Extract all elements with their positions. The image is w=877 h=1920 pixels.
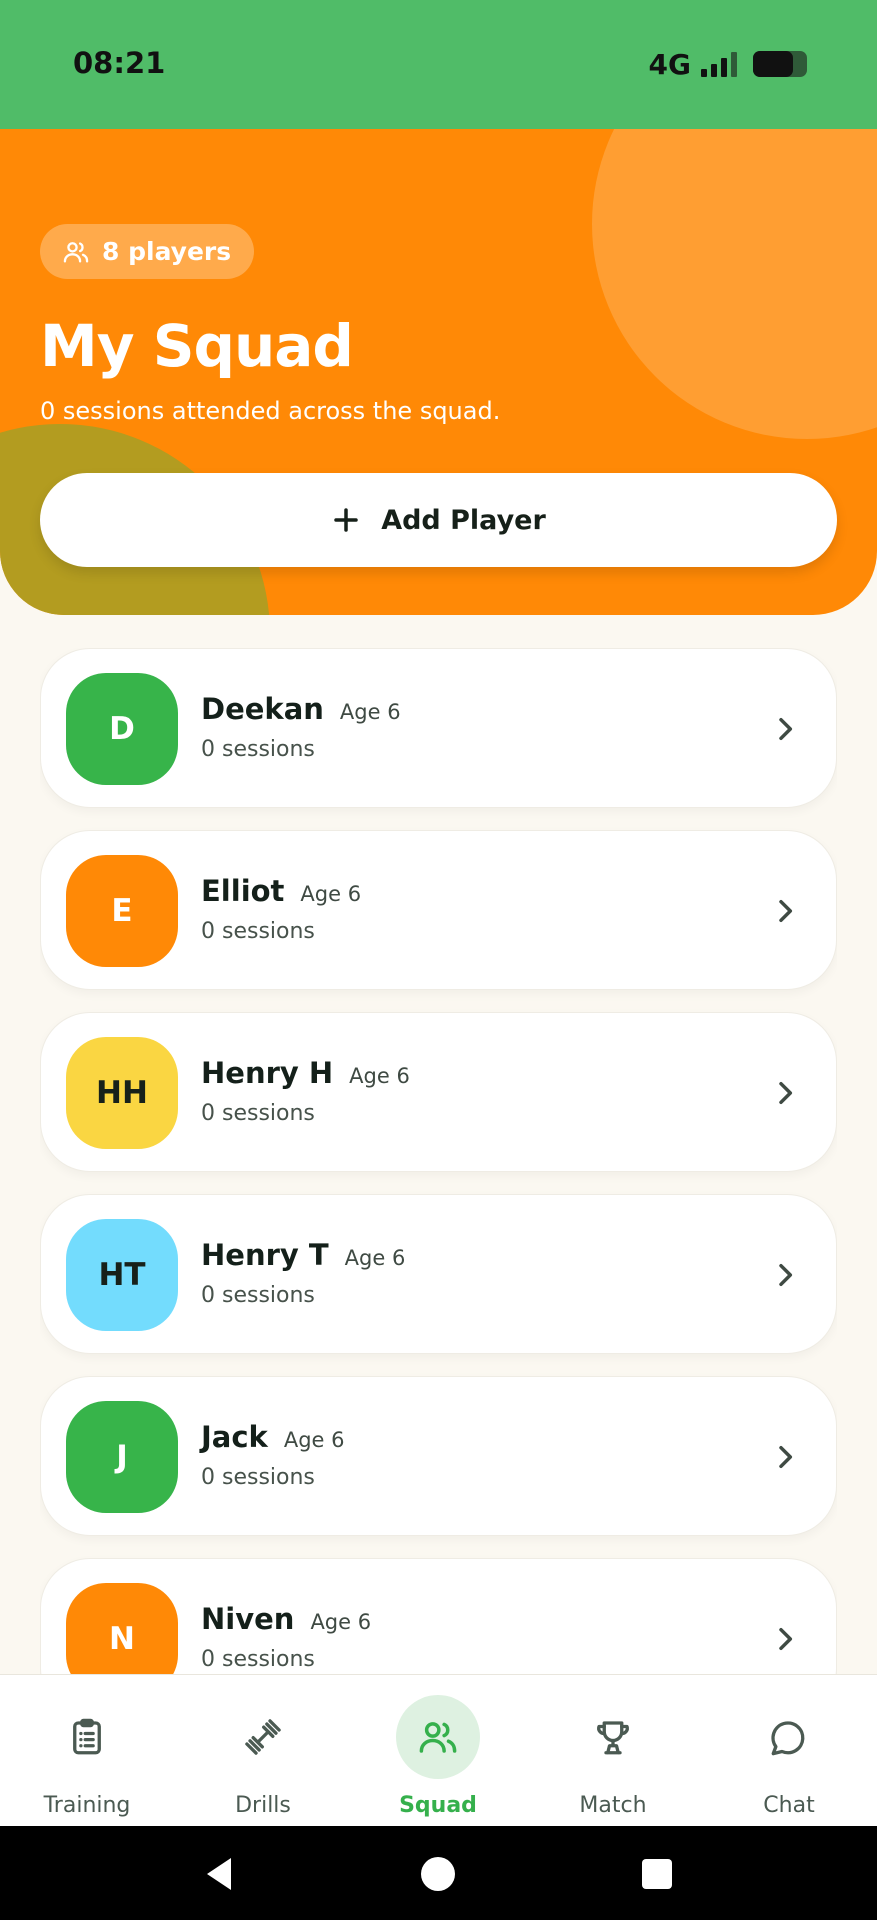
player-card[interactable]: HH Henry H Age 6 0 sessions [40, 1012, 837, 1172]
chevron-right-icon [779, 1263, 793, 1287]
players-count-badge: 8 players [40, 224, 255, 279]
page-subtitle: 0 sessions attended across the squad. [40, 397, 501, 425]
nav-label: Match [579, 1793, 647, 1818]
chevron-right-icon [779, 717, 793, 741]
player-name-row: Henry H Age 6 [201, 1056, 410, 1090]
nav-item-training[interactable]: Training [7, 1695, 167, 1818]
page-title: My Squad [40, 312, 354, 380]
player-age: Age 6 [283, 1428, 345, 1452]
player-age: Age 6 [339, 700, 401, 724]
status-time: 08:21 [73, 46, 166, 80]
dumbbell-icon [245, 1719, 281, 1755]
player-sessions: 0 sessions [201, 737, 315, 762]
player-list[interactable]: D Deekan Age 6 0 sessions E Elliot Age 6… [40, 648, 837, 1674]
player-name-row: Elliot Age 6 [201, 874, 361, 908]
player-sessions: 0 sessions [201, 1283, 315, 1308]
decor-circle-top-right [592, 129, 877, 439]
player-sessions: 0 sessions [201, 1647, 315, 1672]
add-player-label: Add Player [381, 504, 546, 536]
player-name: Henry T [201, 1238, 329, 1272]
player-card[interactable]: E Elliot Age 6 0 sessions [40, 830, 837, 990]
back-icon[interactable] [199, 1854, 239, 1894]
player-sessions: 0 sessions [201, 919, 315, 944]
battery-icon [753, 51, 807, 77]
squad-header: 8 players My Squad 0 sessions attended a… [0, 129, 877, 615]
nav-item-match[interactable]: Match [533, 1695, 693, 1818]
player-name-row: Deekan Age 6 [201, 692, 401, 726]
chat-bubble-icon [771, 1721, 805, 1756]
player-card[interactable]: D Deekan Age 6 0 sessions [40, 648, 837, 808]
chevron-right-icon [779, 1081, 793, 1105]
player-name: Henry H [201, 1056, 334, 1090]
nav-label: Drills [235, 1793, 291, 1818]
player-name: Niven [201, 1602, 295, 1636]
player-sessions: 0 sessions [201, 1101, 315, 1126]
player-card[interactable]: HT Henry T Age 6 0 sessions [40, 1194, 837, 1354]
player-avatar: HT [66, 1219, 178, 1331]
squad-screen: 08:21 4G 8 players My Squad 0 sessions a… [0, 0, 877, 1920]
player-name-row: Henry T Age 6 [201, 1238, 405, 1272]
status-indicators: 4G [649, 46, 807, 82]
player-age: Age 6 [300, 882, 362, 906]
nav-item-drills[interactable]: Drills [183, 1695, 343, 1818]
nav-label: Chat [763, 1793, 815, 1818]
clipboard-icon [73, 1718, 101, 1755]
network-type: 4G [648, 47, 691, 81]
chevron-right-icon [779, 1627, 793, 1651]
player-sessions: 0 sessions [201, 1465, 315, 1490]
chevron-right-icon [779, 1445, 793, 1469]
player-avatar: N [66, 1583, 178, 1674]
trophy-icon [597, 1721, 629, 1755]
nav-item-chat[interactable]: Chat [709, 1695, 869, 1818]
player-name: Jack [201, 1420, 268, 1454]
player-age: Age 6 [349, 1064, 410, 1088]
add-player-button[interactable]: Add Player [40, 473, 837, 567]
player-name: Deekan [201, 692, 324, 726]
player-avatar: D [66, 673, 178, 785]
player-name-row: Niven Age 6 [201, 1602, 371, 1636]
home-icon[interactable] [418, 1854, 458, 1894]
player-age: Age 6 [344, 1246, 406, 1270]
players-count: 8 players [102, 237, 232, 266]
nav-item-squad[interactable]: Squad [358, 1695, 518, 1818]
chevron-right-icon [779, 899, 793, 923]
nav-label: Training [43, 1793, 131, 1818]
recents-icon[interactable] [637, 1854, 677, 1894]
player-avatar: J [66, 1401, 178, 1513]
plus-icon [334, 508, 358, 532]
nav-label: Squad [399, 1793, 477, 1818]
users-icon [63, 241, 89, 262]
bottom-nav: Training Drills Squad Match Chat [0, 1674, 877, 1826]
system-nav-bar [0, 1826, 877, 1920]
player-avatar: HH [66, 1037, 178, 1149]
player-card[interactable]: J Jack Age 6 0 sessions [40, 1376, 837, 1536]
status-bar: 08:21 4G [0, 0, 877, 129]
player-name-row: Jack Age 6 [201, 1420, 345, 1454]
users-icon [419, 1722, 457, 1753]
signal-icon [701, 51, 737, 77]
player-card[interactable]: N Niven Age 6 0 sessions [40, 1558, 837, 1674]
player-name: Elliot [201, 874, 285, 908]
player-age: Age 6 [310, 1610, 372, 1634]
player-avatar: E [66, 855, 178, 967]
